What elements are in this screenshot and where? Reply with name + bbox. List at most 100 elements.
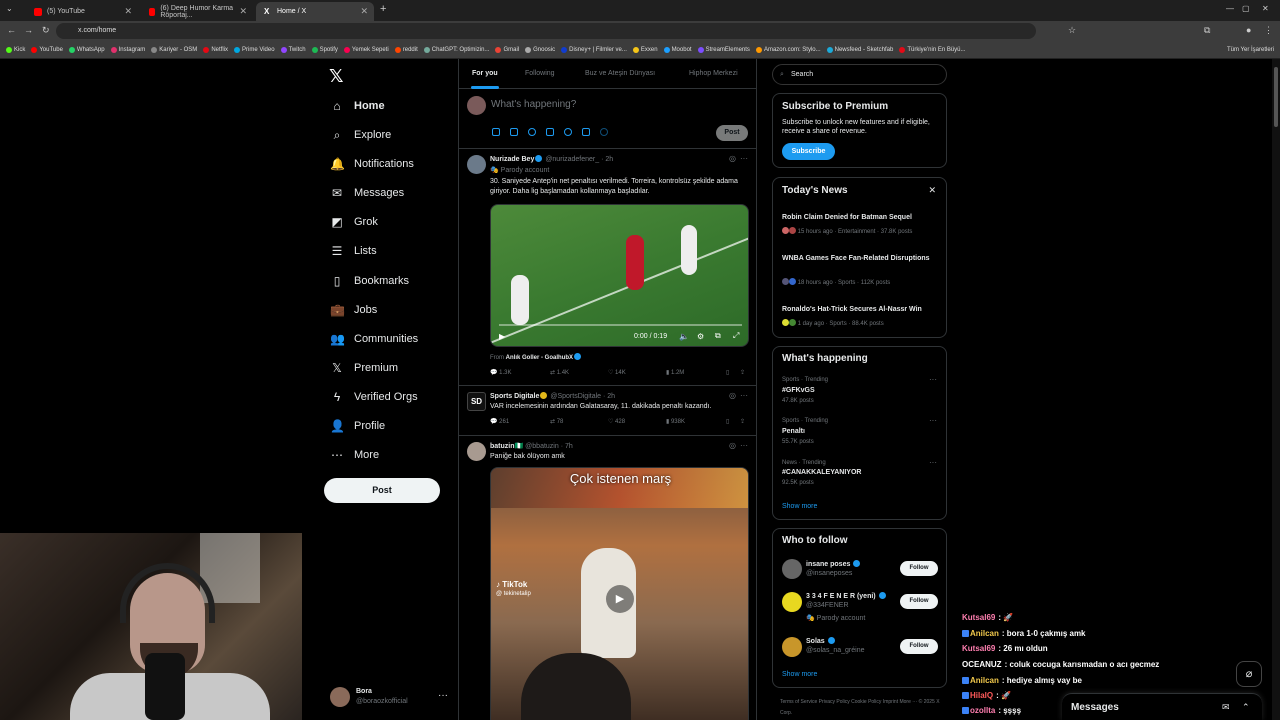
post-button[interactable]: Post — [324, 478, 440, 503]
bookmark-item[interactable]: Prime Video — [233, 46, 275, 53]
maximize-icon[interactable]: ▢ — [1242, 4, 1250, 13]
more-dots-icon[interactable]: ··· — [929, 375, 937, 384]
bookmark-item[interactable]: reddit — [394, 46, 418, 53]
messages-drawer[interactable]: Messages ✉ ⌃ — [1062, 693, 1262, 720]
news-headline[interactable]: Ronaldo's Hat-Trick Secures Al-Nassr Win — [782, 305, 937, 315]
bookmark-item[interactable]: Kariyer - OSM — [151, 46, 197, 53]
avatar[interactable] — [782, 637, 802, 657]
grok-icon[interactable] — [528, 128, 536, 136]
bookmark-item[interactable]: Yemek Sepeti — [343, 46, 389, 53]
bookmark-item[interactable]: Instagram — [110, 46, 145, 53]
tweet-video[interactable]: Çok istenen marş ▶ ♪ TikTok @ tekinetali… — [490, 467, 749, 720]
tweet-video[interactable]: ▶ 0:00 / 0:19 🔈 ⚙ ⧉ ⤢ — [490, 204, 749, 347]
follow-name[interactable]: insane poses — [806, 560, 861, 568]
trend-name[interactable]: #CANAKKALEYANIYOR — [782, 469, 861, 476]
tab-list-icon[interactable]: ⌄ — [6, 4, 13, 13]
play-icon[interactable]: ▶ — [606, 585, 634, 613]
tweet-author[interactable]: batuzin🇳🇬 — [490, 443, 523, 450]
sidebar-item-premium[interactable]: 𝕏 Premium — [330, 357, 398, 379]
bookmark-item[interactable]: WhatsApp — [68, 46, 105, 53]
bookmark-item[interactable]: Newsfeed - Sketchfab — [826, 46, 893, 53]
location-icon[interactable] — [600, 128, 608, 136]
more-dots-icon[interactable]: ··· — [438, 690, 448, 701]
grok-icon[interactable]: ◎ — [729, 154, 736, 163]
bookmark-star-icon[interactable]: ☆ — [1068, 25, 1076, 36]
close-tab-icon[interactable]: ✕ — [124, 6, 132, 17]
video-progress-bar[interactable] — [499, 324, 742, 326]
expand-icon[interactable]: ⌃ — [1242, 702, 1250, 713]
browser-tab-3[interactable]: X Home / X ✕ — [256, 2, 374, 21]
like-button[interactable]: ♡ 428 — [608, 418, 625, 425]
browser-tab-2[interactable]: (6) Deep Humor Karma Röportaj... ✕ — [141, 2, 253, 21]
search-input[interactable]: ⌕ Search — [772, 64, 947, 85]
bookmark-item[interactable]: Türkiye'nin En Büyü... — [899, 46, 966, 53]
bookmark-item[interactable]: ChatGPT: Optimizin... — [423, 46, 489, 53]
grok-icon[interactable]: ◎ — [729, 441, 736, 450]
sidebar-item-lists[interactable]: ☰ Lists — [330, 240, 377, 262]
sidebar-item-profile[interactable]: 👤 Profile — [330, 415, 385, 437]
minimize-icon[interactable]: — — [1226, 4, 1234, 13]
account-switcher[interactable]: Bora @boraozkofficial ··· — [330, 685, 450, 709]
bookmark-item[interactable]: Kick — [6, 46, 25, 53]
tab-following[interactable]: Following — [525, 70, 555, 77]
sidebar-item-notifications[interactable]: 🔔 Notifications — [330, 153, 414, 175]
browser-menu-icon[interactable]: ⋮ — [1264, 25, 1273, 36]
follow-name[interactable]: Solas — [806, 637, 836, 645]
share-icon[interactable]: ⇪ — [740, 369, 745, 376]
extensions-icon[interactable]: ⧉ — [1204, 25, 1210, 36]
browser-tab-1[interactable]: (5) YouTube ✕ — [26, 2, 138, 21]
more-dots-icon[interactable]: ··· — [740, 391, 748, 400]
bookmark-item[interactable]: YouTube — [31, 46, 63, 53]
tweet-author[interactable]: Sports Digitale — [490, 393, 539, 400]
all-bookmarks-folder[interactable]: Tüm Yer İşaretleri — [1227, 47, 1280, 53]
tab-hiphop-merkezi[interactable]: Hiphop Merkezi — [689, 70, 738, 77]
close-tab-icon[interactable]: ✕ — [360, 6, 368, 17]
new-tab-button[interactable]: + — [380, 3, 386, 15]
composer-input[interactable]: What's happening? — [491, 99, 576, 110]
play-icon[interactable]: ▶ — [499, 332, 505, 341]
reload-icon[interactable]: ↻ — [42, 25, 50, 36]
forward-icon[interactable]: → — [24, 25, 33, 35]
grok-floating-button[interactable]: ⌀ — [1236, 661, 1262, 687]
scrollbar-thumb[interactable] — [1274, 67, 1278, 127]
close-window-icon[interactable]: ✕ — [1262, 4, 1269, 13]
bookmark-item[interactable]: Amazon.com: Stylo... — [755, 46, 821, 53]
views-button[interactable]: ▮ 1.2M — [666, 369, 684, 376]
sidebar-item-communities[interactable]: 👥 Communities — [330, 328, 418, 350]
like-button[interactable]: ♡ 14K — [608, 369, 626, 376]
reply-button[interactable]: 💬 1.3K — [490, 369, 511, 376]
views-button[interactable]: ▮ 938K — [666, 418, 685, 425]
show-more-link[interactable]: Show more — [782, 503, 817, 510]
more-dots-icon[interactable]: ··· — [740, 441, 748, 450]
bookmark-item[interactable]: Moobot — [663, 46, 692, 53]
close-tab-icon[interactable]: ✕ — [239, 6, 247, 17]
settings-icon[interactable]: ⚙ — [697, 332, 704, 341]
image-icon[interactable] — [492, 128, 500, 136]
bookmark-item[interactable]: Twitch — [280, 46, 306, 53]
retweet-button[interactable]: ⇄ 1.4K — [550, 369, 569, 376]
emoji-icon[interactable] — [564, 128, 572, 136]
avatar[interactable] — [782, 559, 802, 579]
volume-icon[interactable]: 🔈 — [679, 332, 689, 341]
pip-icon[interactable]: ⧉ — [715, 331, 721, 341]
new-message-icon[interactable]: ✉ — [1222, 702, 1230, 713]
sidebar-item-jobs[interactable]: 💼 Jobs — [330, 299, 377, 321]
sidebar-item-more[interactable]: ⋯ More — [330, 444, 379, 466]
follow-button[interactable]: Follow — [900, 561, 938, 576]
news-headline[interactable]: WNBA Games Face Fan-Related Disruptions — [782, 254, 937, 264]
news-headline[interactable]: Robin Claim Denied for Batman Sequel — [782, 213, 937, 223]
bookmark-item[interactable]: Gmail — [495, 46, 519, 53]
reply-button[interactable]: 💬 261 — [490, 418, 509, 425]
sidebar-item-home[interactable]: ⌂ Home — [330, 95, 384, 117]
footer-links[interactable]: Terms of Service Privacy Policy Cookie P… — [780, 697, 940, 719]
bookmark-icon[interactable]: ▯ — [726, 369, 729, 376]
more-dots-icon[interactable]: ··· — [929, 416, 937, 425]
bookmark-icon[interactable]: ▯ — [726, 418, 729, 425]
poll-icon[interactable] — [546, 128, 554, 136]
scrollbar[interactable] — [1272, 59, 1280, 720]
bookmark-item[interactable]: Exxen — [632, 46, 658, 53]
schedule-icon[interactable] — [582, 128, 590, 136]
retweet-button[interactable]: ⇄ 78 — [550, 418, 563, 425]
sidebar-item-grok[interactable]: ◩ Grok — [330, 211, 378, 233]
show-more-link[interactable]: Show more — [782, 671, 817, 678]
